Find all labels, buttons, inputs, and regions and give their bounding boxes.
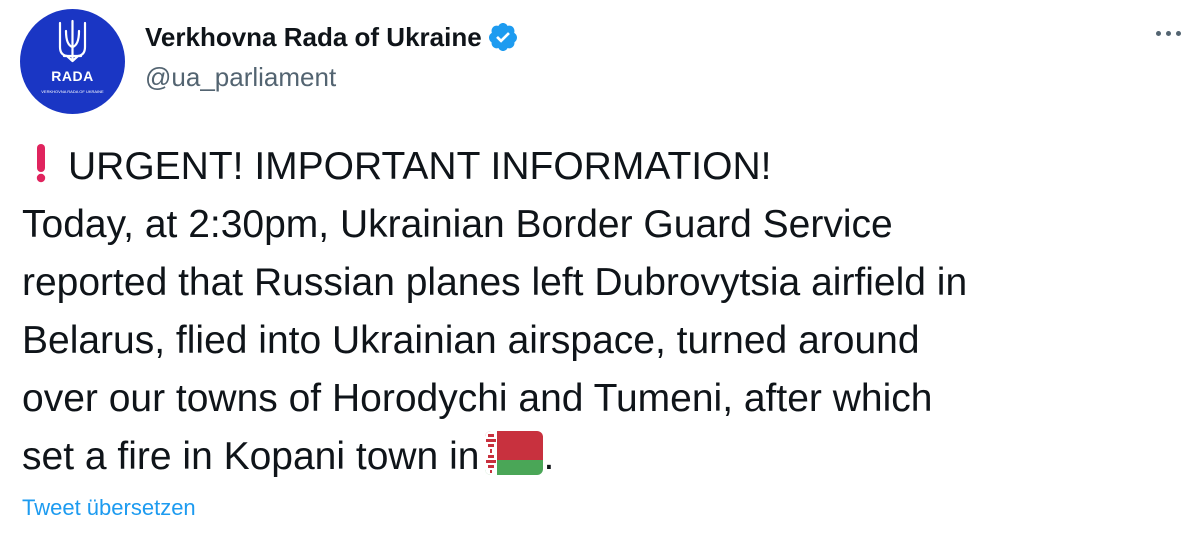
- more-options-icon: [1165, 30, 1171, 36]
- avatar[interactable]: RADA VERKHOVNA RADA OF UKRAINE: [20, 9, 125, 114]
- tweet-line: set a fire in Kopani town in.: [22, 428, 1182, 486]
- more-options-icon: [1155, 30, 1161, 36]
- display-name[interactable]: Verkhovna Rada of Ukraine: [145, 22, 482, 53]
- exclamation-mark-icon: [36, 144, 46, 183]
- tweet-headline: URGENT! IMPORTANT INFORMATION!: [68, 145, 772, 188]
- tweet-line: Belarus, flied into Ukrainian airspace, …: [22, 319, 920, 362]
- tweet-card: RADA VERKHOVNA RADA OF UKRAINE Verkhovna…: [0, 0, 1200, 533]
- tweet-line-end: .: [543, 435, 555, 478]
- tweet-text: URGENT! IMPORTANT INFORMATION! Today, at…: [22, 138, 1182, 486]
- avatar-subtext: VERKHOVNA RADA OF UKRAINE: [41, 89, 104, 94]
- tweet-line: Today, at 2:30pm, Ukrainian Border Guard…: [22, 203, 893, 246]
- tweet-line: over our towns of Horodychi and Tumeni, …: [22, 377, 933, 420]
- belarus-flag-icon: [485, 431, 544, 475]
- more-options-button[interactable]: [1148, 18, 1188, 48]
- trident-icon: [58, 19, 87, 63]
- name-row: Verkhovna Rada of Ukraine: [145, 19, 519, 55]
- tweet-line-text: set a fire in Kopani town in: [22, 435, 480, 478]
- avatar-logo-text: RADA: [51, 68, 94, 84]
- verified-badge-icon: [488, 23, 517, 51]
- more-options-icon: [1175, 30, 1181, 36]
- translate-tweet-link[interactable]: Tweet übersetzen: [22, 495, 196, 521]
- account-handle[interactable]: @ua_parliament: [145, 62, 336, 93]
- tweet-line: reported that Russian planes left Dubrov…: [22, 261, 968, 304]
- tweet-line: URGENT! IMPORTANT INFORMATION!: [22, 138, 1182, 196]
